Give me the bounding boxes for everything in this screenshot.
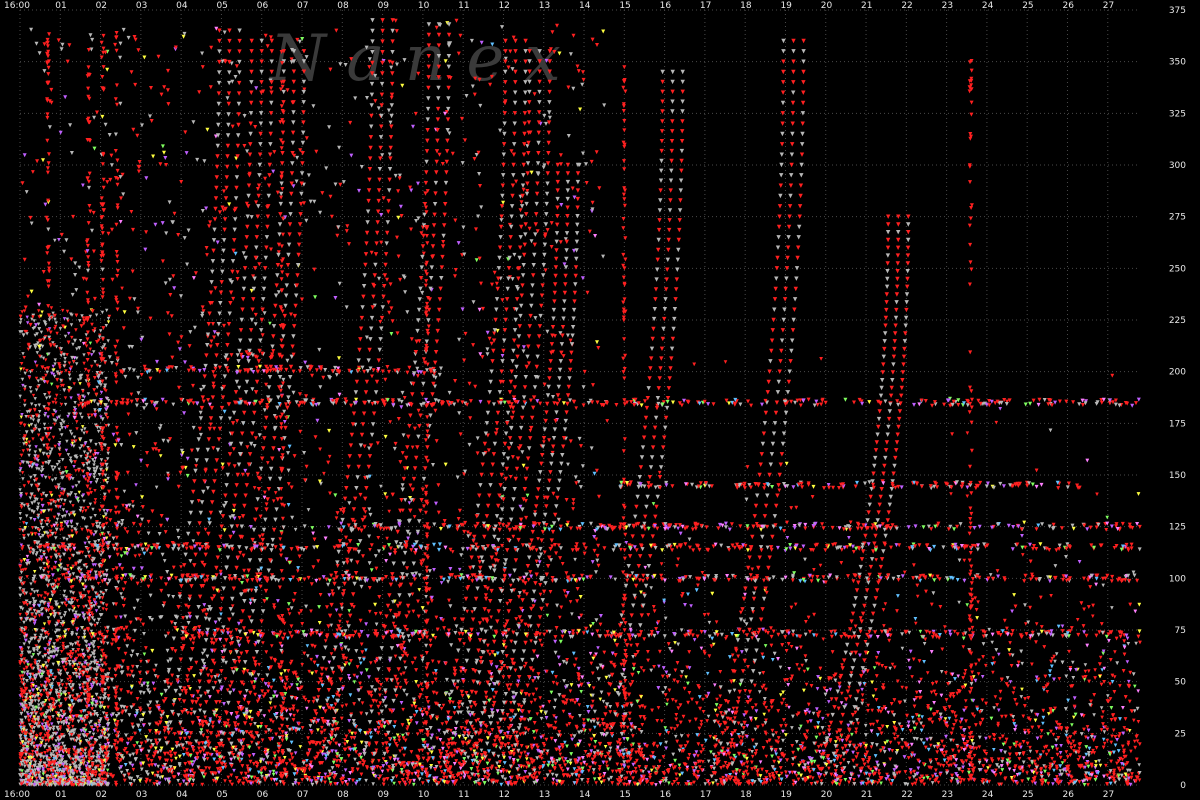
- plot-background: [0, 0, 1200, 800]
- watermark-text: N a n e x: [268, 22, 561, 96]
- scatter-plot: N a n e x 16:00 01 02 03 04 05 06 07 08 09 10 11 12 1…: [0, 0, 1200, 800]
- chart-container: N a n e x 16:00 01 02 03 04 05 06 07 08 09 10 11 12 1…: [0, 0, 1200, 800]
